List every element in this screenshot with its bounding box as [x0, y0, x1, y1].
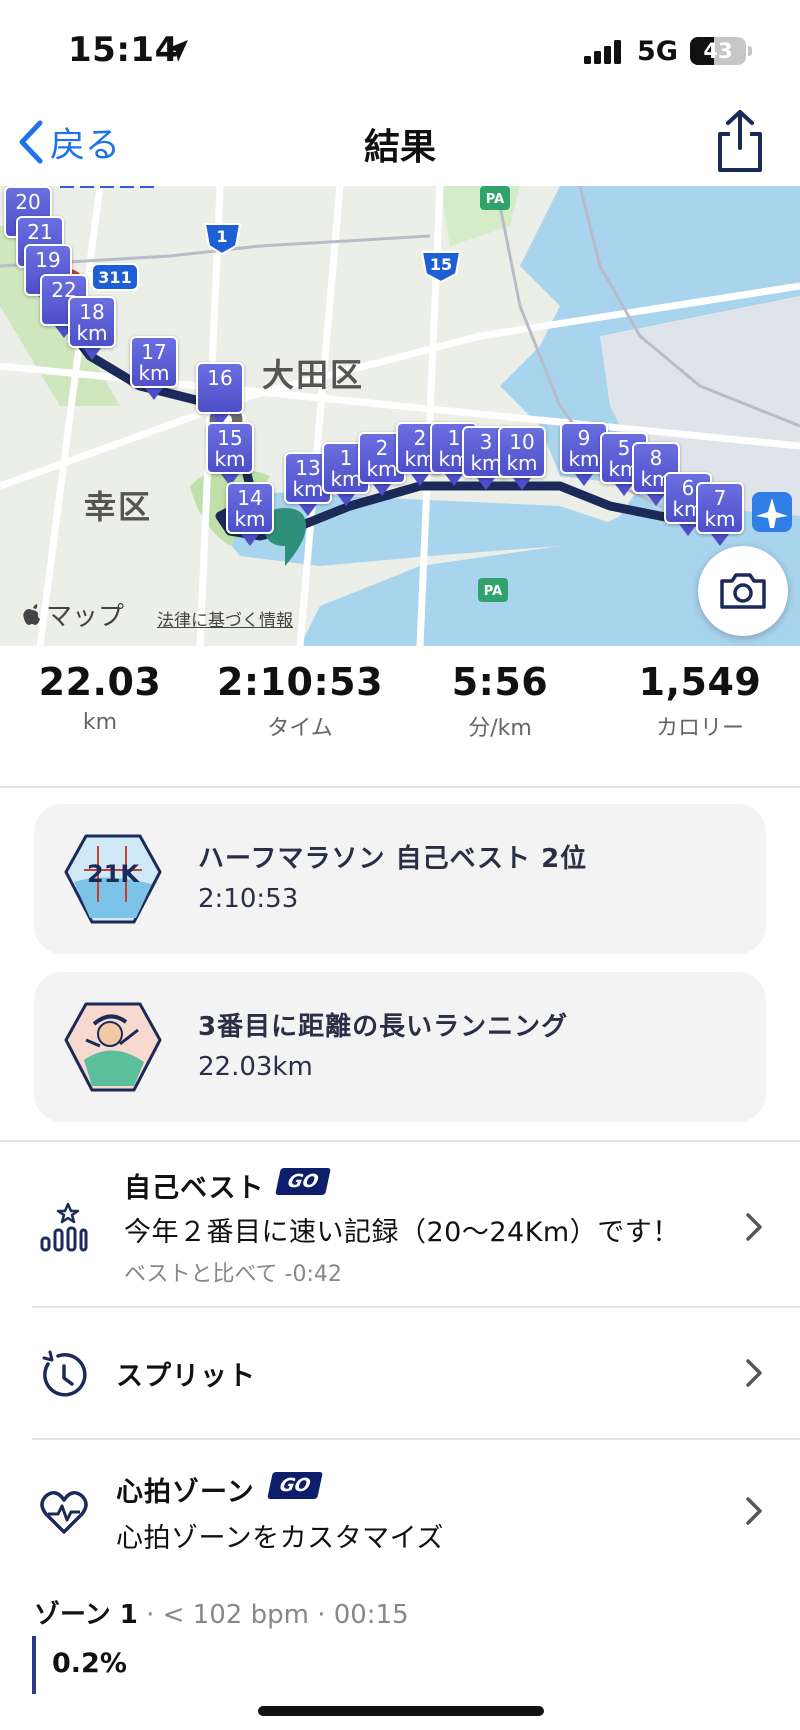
svg-text:311: 311 [98, 268, 131, 287]
camera-icon [720, 573, 766, 609]
battery-icon: 43 [690, 37, 746, 65]
km-pin[interactable]: 14 km [226, 482, 274, 548]
runner-badge-icon [64, 1002, 162, 1092]
half-marathon-badge-icon: 21K [64, 834, 162, 924]
battery-percent: 43 [703, 39, 733, 63]
attribution-label: マップ [46, 602, 125, 632]
ward-label: 幸区 [84, 488, 153, 526]
achievement-subtitle: 2:10:53 [198, 884, 299, 914]
heart-zone-text: 心拍ゾーンをカスタマイズ [116, 1523, 444, 1554]
svg-text:15: 15 [430, 255, 452, 274]
share-icon[interactable] [712, 108, 768, 174]
svg-text:21K: 21K [87, 860, 140, 888]
map-background: 1 15 311 PA PA [0, 186, 800, 646]
district-label: 大田区 [262, 356, 365, 394]
battery-tip [748, 46, 752, 56]
stat-pace: 5:56 分/km [400, 660, 600, 742]
km-pin[interactable]: 16 [196, 362, 244, 428]
stat-distance: 22.03 km [0, 660, 200, 735]
divider [0, 786, 800, 788]
cellular-signal-icon [584, 40, 621, 64]
stat-value: 2:10:53 [216, 660, 384, 704]
km-pin[interactable]: 7 km [696, 482, 744, 548]
splits-row[interactable]: スプリット [0, 1308, 800, 1438]
personal-best-note: ベストと比べて -0:42 [124, 1262, 342, 1287]
heart-zone-row[interactable]: 心拍ゾーン GO 心拍ゾーンをカスタマイズ [0, 1440, 800, 1570]
km-pin-label: 10 km [498, 426, 546, 478]
svg-text:PA: PA [484, 584, 502, 599]
route-map[interactable]: 1 15 311 PA PA 大田区 幸区 20 21 19 22 18 km 17 km 16… [0, 186, 800, 646]
legal-link[interactable]: 法律に基づく情報 [157, 606, 293, 631]
network-type: 5G [637, 36, 678, 67]
stat-value: 22.03 [38, 660, 162, 704]
stat-label: 分/km [468, 716, 532, 741]
zone-time: 00:15 [333, 1600, 409, 1630]
achievement-card-distance[interactable]: 3番目に距離の長いランニング 22.03km [34, 972, 766, 1122]
navigation-bar: 戻る 結果 [0, 100, 800, 186]
personal-best-text: 今年２番目に速い記録（20〜24Km）です！ [124, 1217, 680, 1248]
heart-zone-title: 心拍ゾーン [116, 1477, 255, 1508]
km-pin-label: 7 km [696, 482, 744, 534]
km-pin-label: 17 km [130, 336, 178, 388]
zone-1-percent: 0.2% [52, 1648, 127, 1679]
zone-1-bar [32, 1636, 36, 1694]
chevron-right-icon [746, 1497, 762, 1525]
km-pin[interactable]: 17 km [130, 336, 178, 402]
personal-best-row[interactable]: 自己ベスト GO 今年２番目に速い記録（20〜24Km）です！ ベストと比べて … [0, 1142, 800, 1306]
achievement-title: ハーフマラソン 自己ベスト 2位 [198, 844, 588, 874]
achievement-subtitle: 22.03km [198, 1052, 313, 1082]
km-pin-label: 15 km [206, 422, 254, 474]
zone-range: < 102 bpm [162, 1600, 309, 1630]
run-stats: 22.03 km 2:10:53 タイム 5:56 分/km 1,549 カロリ… [0, 660, 800, 770]
splits-title: スプリット [116, 1361, 256, 1392]
achievement-title: 3番目に距離の長いランニング [198, 1012, 569, 1042]
stat-label: カロリー [655, 716, 744, 741]
stat-label: km [82, 710, 118, 735]
km-pin[interactable]: 18 km [68, 296, 116, 362]
stat-label: タイム [267, 716, 333, 741]
personal-best-title: 自己ベスト [124, 1173, 265, 1204]
stopwatch-icon [42, 1350, 87, 1397]
svg-text:PA: PA [486, 192, 504, 207]
svg-text:1: 1 [216, 227, 227, 246]
stat-time: 2:10:53 タイム [200, 660, 400, 742]
km-pin-label: 16 [196, 362, 244, 414]
go-badge: GO [267, 1472, 323, 1499]
zone-name: ゾーン 1 [34, 1600, 138, 1630]
maps-attribution: マップ [22, 596, 124, 633]
bar-chart-star-icon [40, 1202, 88, 1252]
stat-calories: 1,549 カロリー [600, 660, 800, 742]
km-pin[interactable]: 10 km [498, 426, 546, 492]
status-bar: 15:14 5G 43 [0, 0, 800, 100]
zone-1-header: ゾーン 1 · < 102 bpm · 00:15 [34, 1600, 409, 1630]
go-badge: GO [275, 1168, 331, 1195]
status-time: 15:14 [68, 30, 179, 70]
km-pin[interactable]: 15 km [206, 422, 254, 488]
apple-logo-icon [23, 603, 40, 625]
km-pin-label: 14 km [226, 482, 274, 534]
km-pin-label: 18 km [68, 296, 116, 348]
chevron-right-icon [746, 1359, 762, 1387]
stat-value: 5:56 [451, 660, 549, 704]
location-arrow-icon [166, 40, 188, 62]
page-title: 結果 [363, 127, 436, 168]
stat-value: 1,549 [638, 660, 762, 704]
heart-rate-icon [40, 1491, 88, 1534]
achievement-card-half-marathon[interactable]: 21K ハーフマラソン 自己ベスト 2位 2:10:53 [34, 804, 766, 954]
camera-button[interactable] [698, 546, 788, 636]
home-indicator[interactable] [258, 1706, 544, 1716]
chevron-right-icon [746, 1213, 762, 1241]
